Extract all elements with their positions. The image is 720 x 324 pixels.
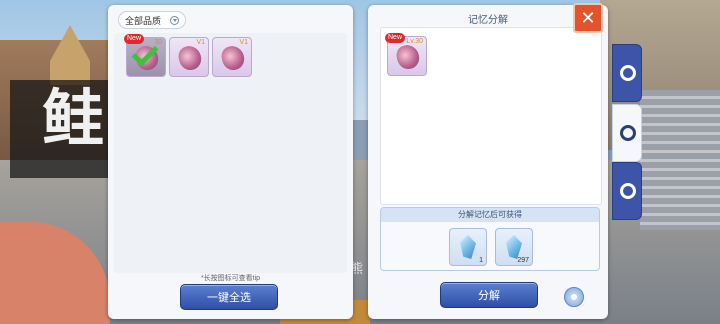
memory-gem-icon (394, 42, 422, 72)
scene-glyph: 鲑 (42, 82, 105, 155)
tab-icon (620, 65, 636, 81)
inventory-item-3[interactable]: V1 (212, 37, 252, 77)
side-tab-2[interactable] (612, 104, 642, 162)
inventory-item-1[interactable]: 30 New (124, 34, 166, 77)
result-header: 分解记忆后可获得 (381, 208, 599, 222)
result-count: 1 (479, 257, 483, 264)
quality-filter-label: 全部品质 (125, 15, 162, 26)
quality-filter-dropdown[interactable]: 全部品质 (118, 11, 186, 29)
side-tab-1[interactable] (612, 44, 642, 102)
stairs (640, 90, 720, 230)
new-badge: New (385, 33, 406, 43)
inventory-grid: 30 New V1 V1 (114, 33, 347, 273)
crystal-icon (460, 235, 476, 259)
result-item-1[interactable]: 1 (449, 228, 487, 266)
tab-icon (620, 125, 636, 141)
item-level: V1 (239, 39, 248, 46)
decompose-item[interactable]: Lv.30 New (385, 33, 427, 76)
long-press-hint: *长按图标可查看tip (200, 275, 261, 282)
memory-gem-icon (219, 43, 247, 73)
decompose-slots: Lv.30 New (380, 27, 602, 205)
result-count: 297 (517, 257, 529, 264)
panel-title: 记忆分解 (468, 15, 508, 26)
tab-icon (620, 183, 636, 199)
inventory-panel: 全部品质 30 New V1 V1 *长按图标可查看tip 一键全选 (108, 5, 353, 319)
result-item-2[interactable]: 297 (495, 228, 533, 266)
decompose-button[interactable]: 分解 (440, 282, 538, 308)
item-level: 30 (154, 39, 162, 46)
crystal-icon (506, 235, 522, 259)
inventory-item-2[interactable]: V1 (169, 37, 209, 77)
result-preview: 分解记忆后可获得 1 297 (380, 207, 600, 271)
chevron-down-icon (170, 16, 179, 25)
decompose-panel: 记忆分解 Lv.30 New 分解记忆后可获得 1 297 分解 (368, 5, 608, 319)
item-level: V1 (196, 39, 205, 46)
settings-round-icon[interactable] (564, 287, 584, 307)
item-level: Lv.30 (406, 38, 423, 45)
select-all-button[interactable]: 一键全选 (180, 284, 278, 310)
close-button[interactable]: ✕ (573, 3, 603, 33)
memory-gem-icon (176, 43, 204, 73)
side-tab-3[interactable] (612, 162, 642, 220)
new-badge: New (124, 34, 145, 44)
